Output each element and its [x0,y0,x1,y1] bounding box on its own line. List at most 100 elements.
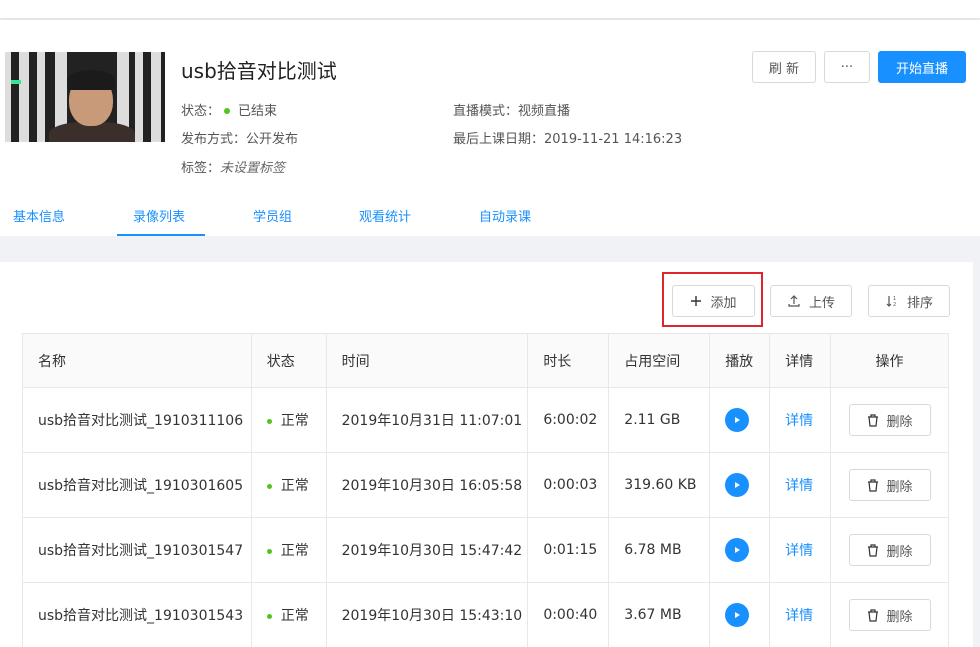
last-date-label: 最后上课日期： [453,132,545,147]
table-header-row: 名称 状态 时间 时长 占用空间 播放 详情 操作 [22,333,949,388]
upload-button-label: 上传 [808,295,835,311]
course-title: usb拾音对比测试 [181,59,337,83]
row-time: 2019年10月30日 15:43:10 [325,582,529,647]
top-bar [0,0,980,18]
detail-link[interactable]: 详情 [785,413,813,429]
last-date-row: 最后上课日期：2019-11-21 14:16:23 [453,128,682,147]
row-duration: 0:01:15 [527,517,610,583]
row-play-cell [709,387,771,453]
table-row: usb拾音对比测试_1910301543 正常 2019年10月30日 15:4… [22,582,949,647]
table-row: usb拾音对比测试_1910311106 正常 2019年10月31日 11:0… [22,387,949,453]
sort-button[interactable]: 12 排序 [868,285,950,317]
tab-view-stats[interactable]: 观看统计 [359,206,411,225]
upload-button[interactable]: 上传 [770,285,852,317]
last-date-value: 2019-11-21 14:16:23 [544,132,683,147]
tab-recordings[interactable]: 录像列表 [133,206,185,225]
row-time: 2019年10月30日 16:05:58 [325,452,529,518]
row-status-label: 正常 [280,413,309,429]
row-detail-cell: 详情 [769,582,832,647]
header-status: 状态 [250,333,327,388]
svg-text:2: 2 [893,302,896,308]
course-thumbnail[interactable] [5,52,165,142]
row-duration: 0:00:40 [527,582,610,647]
status-dot-icon [266,418,272,424]
row-size: 3.67 MB [608,582,711,647]
row-detail-cell: 详情 [769,452,832,518]
delete-button-label: 删除 [886,479,913,495]
delete-button[interactable]: 删除 [848,534,931,566]
start-live-button[interactable]: 开始直播 [878,51,966,83]
sort-icon: 12 [886,296,896,308]
delete-button-label: 删除 [886,414,913,430]
publish-row: 发布方式：公开发布 [181,128,298,147]
delete-button[interactable]: 删除 [848,469,931,501]
row-name: usb拾音对比测试_1910311106 [22,387,252,453]
status-dot-icon [266,613,272,619]
table-row: usb拾音对比测试_1910301547 正常 2019年10月30日 15:4… [22,517,949,583]
detail-link[interactable]: 详情 [785,543,813,559]
play-icon[interactable] [725,603,750,627]
row-time: 2019年10月31日 11:07:01 [325,387,529,453]
delete-button-label: 删除 [886,544,913,560]
header-play: 播放 [709,333,771,388]
tab-student-groups[interactable]: 学员组 [253,206,292,225]
tags-value: 未设置标签 [220,161,286,176]
row-size: 2.11 GB [608,387,711,453]
delete-button[interactable]: 删除 [848,599,931,631]
play-icon[interactable] [725,538,750,562]
detail-link[interactable]: 详情 [785,608,813,624]
row-actions-cell: 删除 [830,452,949,518]
refresh-button[interactable]: 刷 新 [752,51,816,83]
status-dot-icon [224,108,231,114]
row-status: 正常 [250,582,327,647]
mode-label: 直播模式： [453,104,519,119]
header-duration: 时长 [527,333,610,388]
tab-auto-record[interactable]: 自动录课 [479,206,531,225]
status-dot-icon [266,483,272,489]
course-header: usb拾音对比测试 状态： 已结束 发布方式：公开发布 标签：未设置标签 直播模式… [0,20,980,236]
row-name: usb拾音对比测试_1910301543 [22,582,252,647]
row-actions-cell: 删除 [830,387,949,453]
trash-icon [867,543,878,557]
row-size: 6.78 MB [608,517,711,583]
more-button[interactable]: ··· [824,51,870,83]
detail-link[interactable]: 详情 [785,478,813,494]
row-status-label: 正常 [280,608,309,624]
row-name: usb拾音对比测试_1910301547 [22,517,252,583]
row-status-label: 正常 [280,543,309,559]
active-tab-indicator [117,234,205,236]
trash-icon [867,478,878,492]
row-actions-cell: 删除 [830,582,949,647]
row-play-cell [709,517,771,583]
play-icon[interactable] [725,473,750,497]
sort-button-label: 排序 [906,295,933,311]
upload-icon [788,295,800,307]
header-actions: 操作 [830,333,949,388]
trash-icon [867,413,878,427]
publish-value: 公开发布 [246,132,299,147]
status-dot-icon [266,548,272,554]
row-detail-cell: 详情 [769,517,832,583]
play-icon[interactable] [725,408,750,432]
row-name: usb拾音对比测试_1910301605 [22,452,252,518]
delete-button[interactable]: 删除 [848,404,931,436]
row-status: 正常 [250,452,327,518]
row-play-cell [709,582,771,647]
recordings-table: 名称 状态 时间 时长 占用空间 播放 详情 操作 usb拾音对比测试_1910… [22,333,949,647]
status-row: 状态： 已结束 [181,100,277,119]
tab-basic-info[interactable]: 基本信息 [13,206,65,225]
add-highlight-box [662,272,763,327]
tags-label: 标签： [181,161,221,176]
header-time: 时间 [325,333,529,388]
table-row: usb拾音对比测试_1910301605 正常 2019年10月30日 16:0… [22,452,949,518]
row-play-cell [709,452,771,518]
row-time: 2019年10月30日 15:47:42 [325,517,529,583]
header-size: 占用空间 [608,333,711,388]
mode-value: 视频直播 [518,104,571,119]
header-detail: 详情 [769,333,832,388]
status-label: 状态： [181,104,221,119]
row-size: 319.60 KB [608,452,711,518]
tab-bar: 基本信息 录像列表 学员组 观看统计 自动录课 [0,200,980,236]
tags-row: 标签：未设置标签 [181,157,285,176]
row-status: 正常 [250,387,327,453]
